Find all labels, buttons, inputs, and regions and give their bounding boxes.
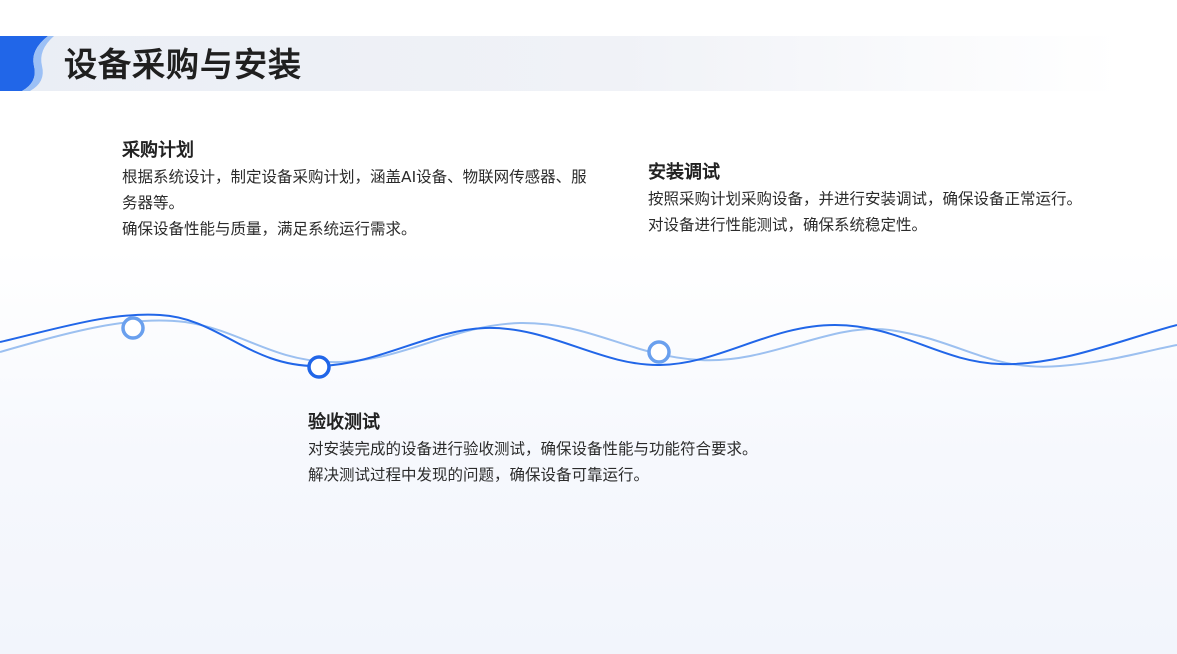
timeline-wave (0, 313, 1177, 379)
step-plan: 采购计划 根据系统设计，制定设备采购计划，涵盖AI设备、物联网传感器、服务器等。… (122, 138, 592, 242)
step-marker-plan (121, 316, 145, 340)
step-marker-install (647, 340, 671, 364)
step-accept: 验收测试 对安装完成的设备进行验收测试，确保设备性能与功能符合要求。 解决测试过… (308, 410, 868, 488)
step-accept-line-1: 对安装完成的设备进行验收测试，确保设备性能与功能符合要求。 (308, 440, 758, 458)
step-accept-line-2: 解决测试过程中发现的问题，确保设备可靠运行。 (308, 466, 650, 484)
step-install-line-2: 对设备进行性能测试，确保系统稳定性。 (648, 216, 928, 234)
step-accept-title: 验收测试 (308, 412, 380, 433)
step-install-title: 安装调试 (648, 162, 720, 183)
step-install-line-1: 按照采购计划采购设备，并进行安装调试，确保设备正常运行。 (648, 190, 1083, 208)
wave-light-line (0, 319, 1177, 368)
step-plan-line-1: 根据系统设计，制定设备采购计划，涵盖AI设备、物联网传感器、服务器等。 (122, 168, 587, 212)
step-plan-title: 采购计划 (122, 140, 194, 161)
wave-dark-line (0, 313, 1177, 368)
step-marker-accept (307, 355, 331, 379)
step-install: 安装调试 按照采购计划采购设备，并进行安装调试，确保设备正常运行。 对设备进行性… (648, 160, 1108, 238)
step-plan-line-2: 确保设备性能与质量，满足系统运行需求。 (122, 220, 417, 238)
